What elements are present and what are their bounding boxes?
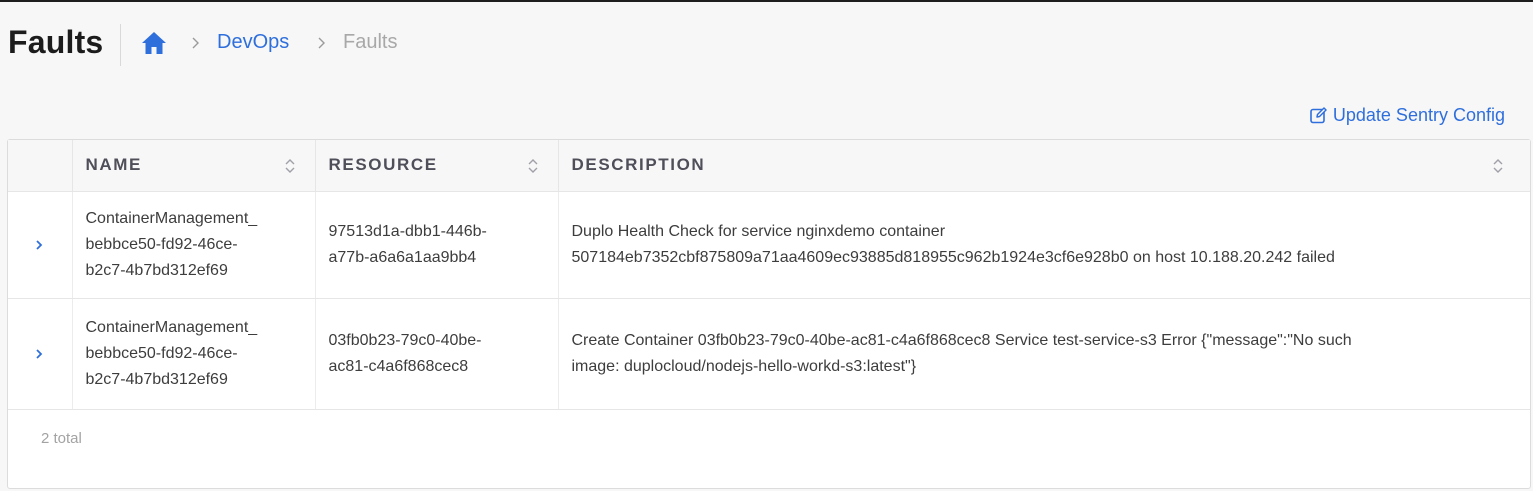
cell-resource: 97513d1a-dbb1-446b- a77b-a6a6a1aa9bb4 (315, 191, 559, 299)
breadcrumb-faults: Faults (343, 31, 398, 53)
page-header: Faults DevOps Faults (0, 2, 1533, 82)
cell-description-line: image: duplocloud/nodejs-hello-workd-s3:… (571, 357, 917, 375)
cell-name-line: ContainerManagement_ (85, 209, 258, 227)
cell-description-line: Duplo Health Check for service nginxdemo… (571, 222, 946, 240)
table-row[interactable]: ContainerManagement_ bebbce50-fd92-46ce-… (8, 191, 1530, 299)
column-header-name-label: NAME (85, 155, 142, 175)
chevron-right-icon[interactable] (34, 239, 44, 251)
chevron-right-icon[interactable] (34, 348, 44, 360)
cell-description-line: 507184eb7352cbf875809a71aa4609ec93885d81… (571, 248, 1335, 266)
column-header-resource[interactable]: RESOURCE (315, 140, 559, 192)
cell-resource-line: ac81-c4a6f868cec8 (328, 357, 469, 375)
cell-description: Duplo Health Check for service nginxdemo… (558, 191, 1530, 299)
chevron-right-icon (318, 37, 325, 49)
update-sentry-config-label: Update Sentry Config (1332, 105, 1505, 125)
home-icon[interactable] (141, 31, 167, 55)
cell-name: ContainerManagement_ bebbce50-fd92-46ce-… (72, 191, 316, 299)
cell-description: Create Container 03fb0b23-79c0-40be-ac81… (558, 298, 1530, 410)
page-title: Faults (8, 24, 104, 60)
faults-table: NAME RESOURCE DESCRIPTION ContainerManag… (8, 140, 1530, 410)
table-header-row: NAME RESOURCE DESCRIPTION (8, 140, 1530, 192)
cell-name-line: bebbce50-fd92-46ce- (85, 344, 238, 362)
expand-cell[interactable] (8, 191, 73, 299)
column-header-name[interactable]: NAME (72, 140, 316, 192)
update-sentry-config-button[interactable]: Update Sentry Config (1310, 105, 1505, 126)
cell-resource-line: 03fb0b23-79c0-40be- (328, 331, 482, 349)
cell-description-line: Create Container 03fb0b23-79c0-40be-ac81… (571, 331, 1352, 349)
cell-name-line: b2c7-4b7bd312ef69 (85, 370, 228, 388)
cell-resource-line: a77b-a6a6a1aa9bb4 (328, 248, 477, 266)
sort-icon[interactable] (1492, 157, 1504, 175)
cell-name-line: ContainerManagement_ (85, 318, 258, 336)
sort-icon[interactable] (527, 157, 539, 175)
chevron-right-icon (192, 37, 199, 49)
edit-icon (1310, 107, 1327, 124)
sort-icon[interactable] (284, 157, 296, 175)
cell-name-line: bebbce50-fd92-46ce- (85, 235, 238, 253)
cell-name-line: b2c7-4b7bd312ef69 (85, 261, 228, 279)
total-count: 2 total (41, 430, 82, 447)
table-row[interactable]: ContainerManagement_ bebbce50-fd92-46ce-… (8, 298, 1530, 410)
breadcrumb-devops[interactable]: DevOps (217, 31, 289, 54)
header-divider (120, 24, 121, 66)
column-header-description-label: DESCRIPTION (571, 155, 706, 175)
column-header-resource-label: RESOURCE (328, 155, 438, 175)
cell-resource-line: 97513d1a-dbb1-446b- (328, 222, 487, 240)
faults-table-card: NAME RESOURCE DESCRIPTION ContainerManag… (7, 139, 1531, 489)
cell-resource: 03fb0b23-79c0-40be- ac81-c4a6f868cec8 (315, 298, 559, 410)
expand-cell[interactable] (8, 298, 73, 410)
cell-name: ContainerManagement_ bebbce50-fd92-46ce-… (72, 298, 316, 410)
column-header-description[interactable]: DESCRIPTION (558, 140, 1530, 192)
expand-column-header (8, 140, 73, 192)
